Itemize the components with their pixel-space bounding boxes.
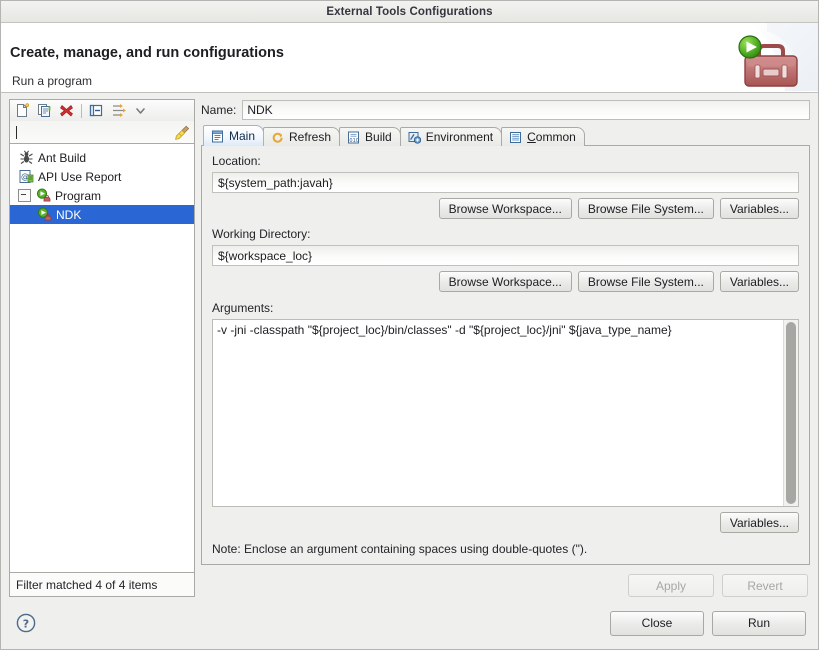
workdir-variables-button[interactable]: Variables... — [719, 271, 799, 292]
tab-strip: Main Refresh 010 Build Environment Commo… — [201, 125, 810, 146]
tree-item-label: API Use Report — [38, 169, 122, 184]
svg-text:?: ? — [23, 617, 29, 630]
revert-button[interactable]: Revert — [722, 574, 808, 597]
run-button[interactable]: Run — [712, 610, 806, 636]
tab-environment[interactable]: Environment — [399, 127, 503, 146]
arguments-textarea[interactable]: -v -jni -classpath "${project_loc}/bin/c… — [212, 319, 799, 507]
tree-item-api-use-report[interactable]: @ API Use Report — [10, 167, 194, 186]
dialog-body: Ant Build @ API Use Report Program NDK F… — [1, 93, 818, 597]
arguments-variables-button[interactable]: Variables... — [719, 512, 799, 533]
tree-item-program[interactable]: Program — [10, 186, 194, 205]
window-title: External Tools Configurations — [326, 5, 493, 18]
toolbar-separator — [81, 103, 82, 118]
tree-item-label: Program — [55, 188, 102, 203]
tab-label: Environment — [425, 130, 494, 144]
tab-build[interactable]: 010 Build — [339, 127, 401, 146]
main-tab-icon — [210, 129, 225, 143]
refresh-tab-icon — [270, 130, 285, 144]
external-tools-configurations-dialog: External Tools Configurations Create, ma… — [0, 0, 819, 650]
location-label: Location: — [212, 154, 261, 168]
dialog-header: Create, manage, and run configurations R… — [1, 23, 818, 93]
window-titlebar: External Tools Configurations — [1, 1, 818, 23]
build-tab-icon: 010 — [346, 130, 361, 144]
tab-main[interactable]: Main — [203, 125, 265, 146]
close-button[interactable]: Close — [610, 610, 704, 636]
tree-item-ant-build[interactable]: Ant Build — [10, 148, 194, 167]
arguments-value[interactable]: -v -jni -classpath "${project_loc}/bin/c… — [213, 320, 783, 506]
broom-clear-icon[interactable] — [174, 124, 191, 141]
configurations-tree[interactable]: Ant Build @ API Use Report Program NDK — [9, 144, 195, 573]
name-input[interactable]: NDK — [242, 100, 810, 120]
tree-item-label: NDK — [56, 207, 82, 222]
program-icon — [35, 188, 52, 204]
program-icon — [36, 207, 53, 223]
apply-revert-row: Apply Revert — [201, 565, 810, 597]
scrollbar-thumb[interactable] — [786, 322, 796, 504]
tab-refresh[interactable]: Refresh — [263, 127, 341, 146]
configurations-panel: Ant Build @ API Use Report Program NDK F… — [9, 99, 195, 597]
text-caret — [16, 125, 17, 139]
tree-item-label: Ant Build — [38, 150, 87, 165]
arguments-buttons: Variables... — [212, 512, 799, 533]
working-directory-label: Working Directory: — [212, 227, 311, 241]
environment-tab-icon — [407, 130, 422, 144]
arguments-note: Note: Enclose an argument containing spa… — [212, 542, 588, 556]
filter-input[interactable] — [9, 121, 195, 144]
collapse-all-button[interactable] — [87, 102, 106, 120]
location-browse-workspace-button[interactable]: Browse Workspace... — [438, 198, 572, 219]
new-configuration-button[interactable] — [13, 102, 32, 120]
workdir-browse-workspace-button[interactable]: Browse Workspace... — [438, 271, 572, 292]
tab-mnemonic: C — [527, 130, 536, 144]
configuration-editor: Name: NDK Main Refresh 010 Build Environ… — [201, 99, 810, 597]
filter-button[interactable] — [109, 102, 128, 120]
name-label: Name: — [201, 103, 237, 117]
tree-expander-collapse-icon[interactable] — [18, 189, 31, 202]
api-use-report-icon: @ — [18, 169, 35, 185]
location-buttons: Browse Workspace... Browse File System..… — [212, 198, 799, 219]
tab-label-rest: ommon — [535, 130, 576, 144]
tab-label: Main — [229, 129, 256, 143]
tab-label: Refresh — [289, 130, 332, 144]
working-directory-buttons: Browse Workspace... Browse File System..… — [212, 271, 799, 292]
workdir-browse-file-system-button[interactable]: Browse File System... — [577, 271, 714, 292]
arguments-label: Arguments: — [212, 301, 274, 315]
tab-label: Build — [365, 130, 392, 144]
tab-label: Common — [527, 130, 576, 144]
page-title: Create, manage, and run configurations — [10, 45, 284, 61]
main-tab-panel: Location: ${system_path:javah} Browse Wo… — [201, 145, 810, 565]
location-input[interactable]: ${system_path:javah} — [212, 172, 799, 193]
location-variables-button[interactable]: Variables... — [719, 198, 799, 219]
apply-button[interactable]: Apply — [628, 574, 714, 597]
name-row: Name: NDK — [201, 99, 810, 121]
configurations-toolbar — [9, 99, 195, 121]
tab-common[interactable]: Common — [501, 127, 585, 146]
filter-status-text: Filter matched 4 of 4 items — [9, 573, 195, 597]
toolbox-with-run-badge-icon — [723, 23, 818, 91]
common-tab-icon — [508, 130, 523, 144]
ant-build-icon — [18, 150, 35, 166]
page-subtitle: Run a program — [12, 74, 93, 88]
tree-item-ndk[interactable]: NDK — [10, 205, 194, 224]
arguments-scrollbar[interactable] — [783, 320, 798, 506]
dialog-footer: ? Close Run — [1, 597, 818, 649]
svg-text:010: 010 — [349, 138, 359, 144]
chevron-down-icon[interactable] — [131, 102, 150, 120]
delete-red-x-icon[interactable] — [57, 102, 76, 120]
location-browse-file-system-button[interactable]: Browse File System... — [577, 198, 714, 219]
duplicate-configuration-button[interactable] — [35, 102, 54, 120]
working-directory-input[interactable]: ${workspace_loc} — [212, 245, 799, 266]
help-question-icon[interactable]: ? — [15, 612, 37, 634]
